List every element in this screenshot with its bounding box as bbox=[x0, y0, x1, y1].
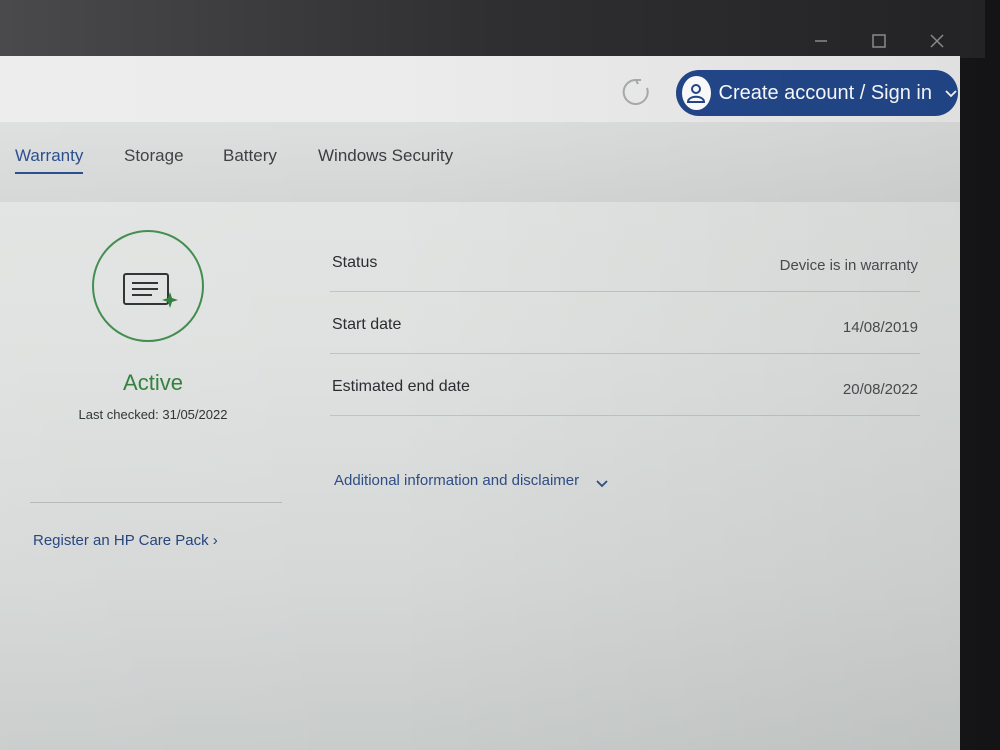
chevron-down-icon bbox=[944, 86, 958, 100]
app-window: Create account / Sign in Warranty Storag… bbox=[0, 56, 960, 750]
sign-in-label: Create account / Sign in bbox=[718, 81, 932, 104]
tab-storage[interactable]: Storage bbox=[124, 146, 184, 172]
divider bbox=[30, 502, 282, 503]
chevron-down-icon bbox=[595, 476, 609, 487]
last-checked-text: Last checked: 31/05/2022 bbox=[78, 407, 228, 422]
warranty-document-icon bbox=[122, 270, 180, 312]
detail-label: Estimated end date bbox=[332, 378, 470, 395]
tab-windows-security[interactable]: Windows Security bbox=[318, 146, 453, 172]
detail-value: 20/08/2022 bbox=[842, 381, 918, 398]
minimize-icon[interactable] bbox=[810, 30, 832, 52]
tab-bar: Warranty Storage Battery Windows Securit… bbox=[0, 122, 960, 202]
detail-row-status: Status Device is in warranty bbox=[330, 252, 920, 292]
tab-warranty[interactable]: Warranty bbox=[15, 146, 84, 174]
detail-value: 14/08/2019 bbox=[842, 319, 918, 336]
maximize-icon[interactable] bbox=[868, 30, 890, 52]
disclaimer-toggle[interactable]: Additional information and disclaimer bbox=[334, 472, 609, 489]
window-titlebar bbox=[0, 0, 985, 58]
warranty-panel: Active Last checked: 31/05/2022 Register… bbox=[0, 202, 960, 750]
close-icon[interactable] bbox=[926, 30, 948, 52]
sign-in-button[interactable]: Create account / Sign in bbox=[676, 70, 958, 116]
detail-label: Start date bbox=[332, 316, 402, 333]
register-care-pack-link[interactable]: Register an HP Care Pack › bbox=[33, 532, 218, 549]
detail-label: Status bbox=[332, 254, 378, 271]
warranty-status-circle bbox=[92, 230, 204, 342]
warranty-state: Active bbox=[123, 370, 183, 395]
detail-value: Device is in warranty bbox=[779, 257, 918, 274]
tab-battery[interactable]: Battery bbox=[223, 146, 277, 172]
disclaimer-label: Additional information and disclaimer bbox=[334, 472, 580, 489]
user-icon bbox=[682, 76, 711, 110]
detail-row-end-date: Estimated end date 20/08/2022 bbox=[330, 354, 920, 416]
refresh-icon[interactable] bbox=[620, 76, 652, 108]
detail-row-start-date: Start date 14/08/2019 bbox=[330, 292, 920, 354]
app-header: Create account / Sign in bbox=[0, 56, 960, 122]
warranty-details: Status Device is in warranty Start date … bbox=[330, 252, 920, 416]
